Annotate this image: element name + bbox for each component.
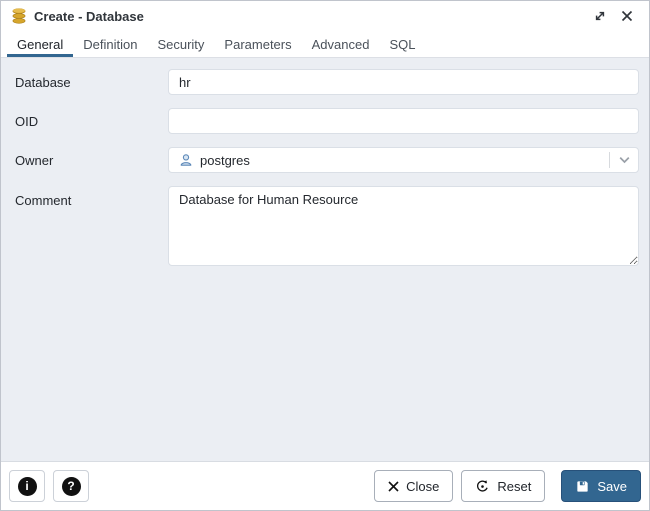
resize-icon — [593, 9, 607, 23]
tab-security[interactable]: Security — [147, 31, 214, 57]
owner-value: postgres — [200, 152, 250, 168]
tab-general[interactable]: General — [7, 31, 73, 57]
owner-selected-option: postgres — [179, 153, 609, 168]
oid-input[interactable] — [168, 108, 639, 134]
dialog-title: Create - Database — [34, 8, 144, 24]
tab-parameters[interactable]: Parameters — [214, 31, 301, 57]
oid-field-row: OID — [1, 108, 639, 134]
sql-info-button[interactable]: i — [9, 470, 45, 502]
comment-textarea[interactable]: Database for Human Resource — [168, 186, 639, 266]
save-button-label: Save — [597, 478, 627, 494]
save-icon — [575, 479, 590, 494]
tab-definition[interactable]: Definition — [73, 31, 147, 57]
reset-button-label: Reset — [497, 478, 532, 494]
save-button[interactable]: Save — [561, 470, 641, 502]
owner-field-row: Owner postgres — [1, 147, 639, 173]
tab-bar: General Definition Security Parameters A… — [1, 31, 649, 58]
database-field-row: Database — [1, 69, 639, 95]
close-icon — [621, 10, 633, 22]
tab-advanced[interactable]: Advanced — [302, 31, 380, 57]
question-icon: ? — [61, 476, 81, 496]
database-icon — [11, 8, 27, 24]
chevron-down-icon[interactable] — [610, 156, 638, 164]
close-button[interactable]: Close — [374, 470, 454, 502]
tab-sql[interactable]: SQL — [379, 31, 425, 57]
general-tab-panel: Database OID Owner postgres — [1, 58, 649, 461]
oid-label: OID — [15, 113, 39, 129]
database-label: Database — [15, 74, 71, 90]
comment-label: Comment — [15, 193, 72, 208]
reset-button[interactable]: Reset — [461, 470, 546, 502]
close-button-label: Close — [406, 478, 440, 494]
help-button[interactable]: ? — [53, 470, 89, 502]
titlebar: Create - Database — [1, 1, 649, 31]
close-dialog-button[interactable] — [617, 6, 637, 26]
x-icon — [388, 480, 399, 492]
create-database-dialog: Create - Database General Definition Sec… — [0, 0, 650, 511]
resize-button[interactable] — [590, 6, 610, 26]
owner-select[interactable]: postgres — [168, 147, 639, 173]
footer: i ? Close Reset Save — [1, 461, 649, 510]
info-icon: i — [17, 476, 37, 496]
user-icon — [179, 153, 193, 167]
reset-icon — [475, 479, 490, 494]
owner-label: Owner — [15, 152, 54, 168]
database-input[interactable] — [168, 69, 639, 95]
comment-field-row: Comment Database for Human Resource — [1, 186, 639, 266]
